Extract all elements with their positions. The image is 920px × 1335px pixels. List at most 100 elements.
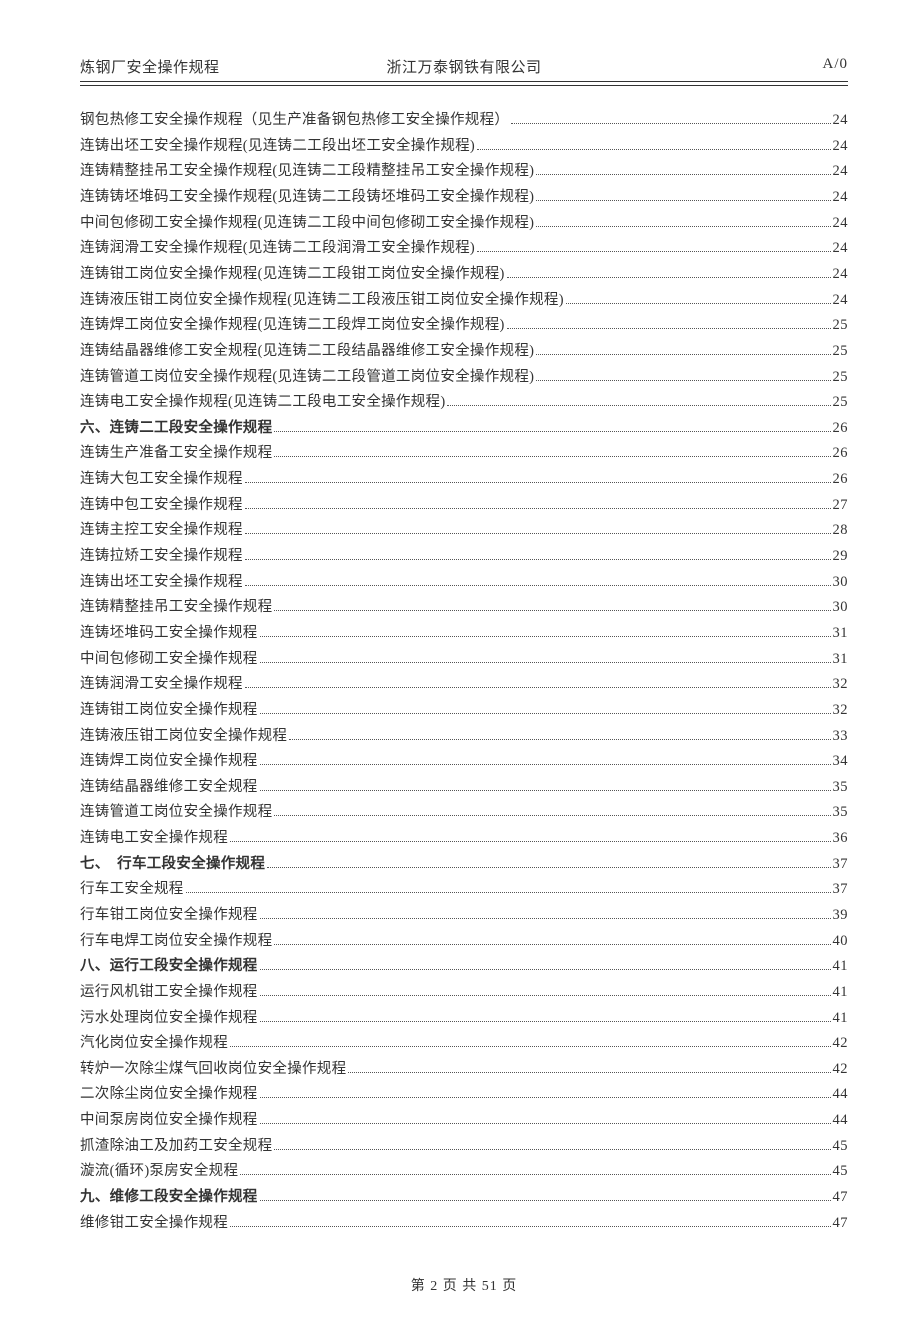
toc-entry-title: 九、维修工段安全操作规程 [80,1190,258,1205]
toc-entry[interactable]: 连铸钳工岗位安全操作规程(见连铸二工段钳工岗位安全操作规程)24 [80,262,848,287]
toc-dot-leader [260,780,831,791]
toc-entry[interactable]: 连铸电工安全操作规程(见连铸二工段电工安全操作规程)25 [80,390,848,415]
toc-entry-page: 42 [833,1036,849,1051]
toc-dot-leader [511,113,830,124]
toc-entry[interactable]: 连铸液压钳工岗位安全操作规程(见连铸二工段液压钳工岗位安全操作规程)24 [80,287,848,312]
toc-entry[interactable]: 二次除尘岗位安全操作规程44 [80,1082,848,1107]
page-footer: 第 2 页 共 51 页 [80,1275,848,1295]
toc-entry-title: 连铸精整挂吊工安全操作规程 [80,600,272,615]
toc-entry[interactable]: 连铸出坯工安全操作规程(见连铸二工段出坯工安全操作规程)24 [80,134,848,159]
toc-entry[interactable]: 连铸主控工安全操作规程28 [80,518,848,543]
toc-entry-title: 连铸液压钳工岗位安全操作规程(见连铸二工段液压钳工岗位安全操作规程) [80,293,564,308]
toc-entry[interactable]: 中间包修砌工安全操作规程(见连铸二工段中间包修砌工安全操作规程)24 [80,211,848,236]
toc-entry-title: 汽化岗位安全操作规程 [80,1036,228,1051]
toc-entry-title: 转炉一次除尘煤气回收岗位安全操作规程 [80,1062,346,1077]
toc-dot-leader [230,831,831,842]
toc-entry[interactable]: 污水处理岗位安全操作规程41 [80,1005,848,1030]
toc-dot-leader [245,498,831,509]
toc-entry[interactable]: 连铸拉矫工安全操作规程29 [80,544,848,569]
toc-dot-leader [260,626,831,637]
toc-entry[interactable]: 行车钳工岗位安全操作规程 39 [80,903,848,928]
toc-dot-leader [260,754,831,765]
toc-entry-title: 中间包修砌工安全操作规程(见连铸二工段中间包修砌工安全操作规程) [80,216,534,231]
toc-dot-leader [507,318,831,329]
toc-entry-title: 连铸结晶器维修工安全规程(见连铸二工段结晶器维修工安全操作规程) [80,344,534,359]
toc-entry-title: 连铸结晶器维修工安全规程 [80,780,258,795]
toc-entry-title: 连铸大包工安全操作规程 [80,472,243,487]
toc-entry[interactable]: 连铸焊工岗位安全操作规程(见连铸二工段焊工岗位安全操作规程)25 [80,313,848,338]
toc-entry-title: 行车工安全规程 [80,882,184,897]
toc-dot-leader [289,728,830,739]
footer-total: 51 [482,1279,498,1294]
toc-entry-page: 25 [833,370,849,385]
toc-entry[interactable]: 连铸钳工岗位安全操作规程32 [80,698,848,723]
toc-entry-page: 30 [833,575,849,590]
toc-dot-leader [186,882,831,893]
toc-entry-title: 连铸管道工岗位安全操作规程(见连铸二工段管道工岗位安全操作规程) [80,370,534,385]
toc-dot-leader [536,190,830,201]
document-page: 炼钢厂安全操作规程 浙江万泰钢铁有限公司 A/0 钢包热修工安全操作规程（见生产… [0,0,920,1335]
toc-entry-title: 连铸焊工岗位安全操作规程(见连铸二工段焊工岗位安全操作规程) [80,318,505,333]
toc-dot-leader [260,1010,831,1021]
toc-entry[interactable]: 连铸管道工岗位安全操作规程(见连铸二工段管道工岗位安全操作规程) 25 [80,364,848,389]
toc-entry[interactable]: 连铸焊工岗位安全操作规程34 [80,749,848,774]
toc-entry[interactable]: 连铸结晶器维修工安全规程 35 [80,775,848,800]
toc-entry[interactable]: 连铸出坯工安全操作规程 30 [80,570,848,595]
toc-entry[interactable]: 六、连铸二工段安全操作规程26 [80,416,848,441]
toc-entry-title: 七、 行车工段安全操作规程 [80,857,265,872]
toc-entry-title: 连铸生产准备工安全操作规程 [80,446,272,461]
toc-entry[interactable]: 抓渣除油工及加药工安全规程45 [80,1134,848,1159]
toc-entry[interactable]: 连铸生产准备工安全操作规程26 [80,441,848,466]
toc-entry-page: 41 [833,1011,849,1026]
toc-dot-leader [245,549,831,560]
toc-entry-title: 钢包热修工安全操作规程（见生产准备钢包热修工安全操作规程） [80,113,509,128]
toc-entry[interactable]: 漩流(循环)泵房安全规程45 [80,1159,848,1184]
toc-entry-title: 二次除尘岗位安全操作规程 [80,1087,258,1102]
toc-entry[interactable]: 维修钳工安全操作规程47 [80,1211,848,1236]
toc-entry-page: 34 [833,754,849,769]
toc-dot-leader [536,164,830,175]
toc-entry[interactable]: 中间泵房岗位安全操作规程44 [80,1108,848,1133]
toc-entry-page: 36 [833,831,849,846]
toc-entry[interactable]: 中间包修砌工安全操作规程31 [80,646,848,671]
toc-entry-page: 39 [833,908,849,923]
toc-entry[interactable]: 连铸润滑工安全操作规程(见连铸二工段润滑工安全操作规程)24 [80,236,848,261]
toc-entry[interactable]: 连铸大包工安全操作规程26 [80,467,848,492]
toc-dot-leader [536,216,830,227]
toc-entry[interactable]: 钢包热修工安全操作规程（见生产准备钢包热修工安全操作规程）24 [80,108,848,133]
toc-entry[interactable]: 运行风机钳工安全操作规程41 [80,980,848,1005]
toc-entry[interactable]: 七、 行车工段安全操作规程37 [80,852,848,877]
toc-entry-title: 连铸钳工岗位安全操作规程 [80,703,258,718]
toc-entry-page: 35 [833,780,849,795]
toc-dot-leader [260,1190,831,1201]
toc-entry-title: 运行风机钳工安全操作规程 [80,985,258,1000]
toc-entry[interactable]: 连铸精整挂吊工安全操作规程 30 [80,595,848,620]
toc-entry[interactable]: 行车工安全规程37 [80,877,848,902]
toc-entry-page: 30 [833,600,849,615]
toc-dot-leader [507,267,831,278]
toc-entry-page: 24 [833,164,849,179]
toc-entry[interactable]: 连铸管道工岗位安全操作规程35 [80,800,848,825]
toc-entry[interactable]: 九、维修工段安全操作规程47 [80,1185,848,1210]
toc-entry-page: 25 [833,395,849,410]
toc-entry[interactable]: 行车电焊工岗位安全操作规程40 [80,929,848,954]
toc-entry-title: 行车钳工岗位安全操作规程 [80,908,258,923]
toc-entry[interactable]: 连铸结晶器维修工安全规程(见连铸二工段结晶器维修工安全操作规程)25 [80,339,848,364]
toc-entry[interactable]: 连铸电工安全操作规程36 [80,826,848,851]
toc-entry[interactable]: 连铸润滑工安全操作规程32 [80,672,848,697]
toc-entry-title: 连铸中包工安全操作规程 [80,498,243,513]
toc-entry-page: 41 [833,959,849,974]
toc-entry[interactable]: 连铸坯堆码工安全操作规程31 [80,621,848,646]
toc-entry[interactable]: 八、运行工段安全操作规程41 [80,954,848,979]
toc-entry-page: 29 [833,549,849,564]
toc-entry[interactable]: 连铸精整挂吊工安全操作规程(见连铸二工段精整挂吊工安全操作规程)24 [80,159,848,184]
toc-entry[interactable]: 汽化岗位安全操作规程 42 [80,1031,848,1056]
toc-entry[interactable]: 连铸中包工安全操作规程27 [80,493,848,518]
toc-entry-title: 中间泵房岗位安全操作规程 [80,1113,258,1128]
table-of-contents: 钢包热修工安全操作规程（见生产准备钢包热修工安全操作规程）24连铸出坯工安全操作… [80,108,848,1235]
toc-entry[interactable]: 连铸铸坯堆码工安全操作规程(见连铸二工段铸坯堆码工安全操作规程)24 [80,185,848,210]
toc-dot-leader [274,1139,830,1150]
toc-entry[interactable]: 转炉一次除尘煤气回收岗位安全操作规程42 [80,1057,848,1082]
toc-entry-title: 连铸出坯工安全操作规程 [80,575,243,590]
toc-entry[interactable]: 连铸液压钳工岗位安全操作规程33 [80,723,848,748]
